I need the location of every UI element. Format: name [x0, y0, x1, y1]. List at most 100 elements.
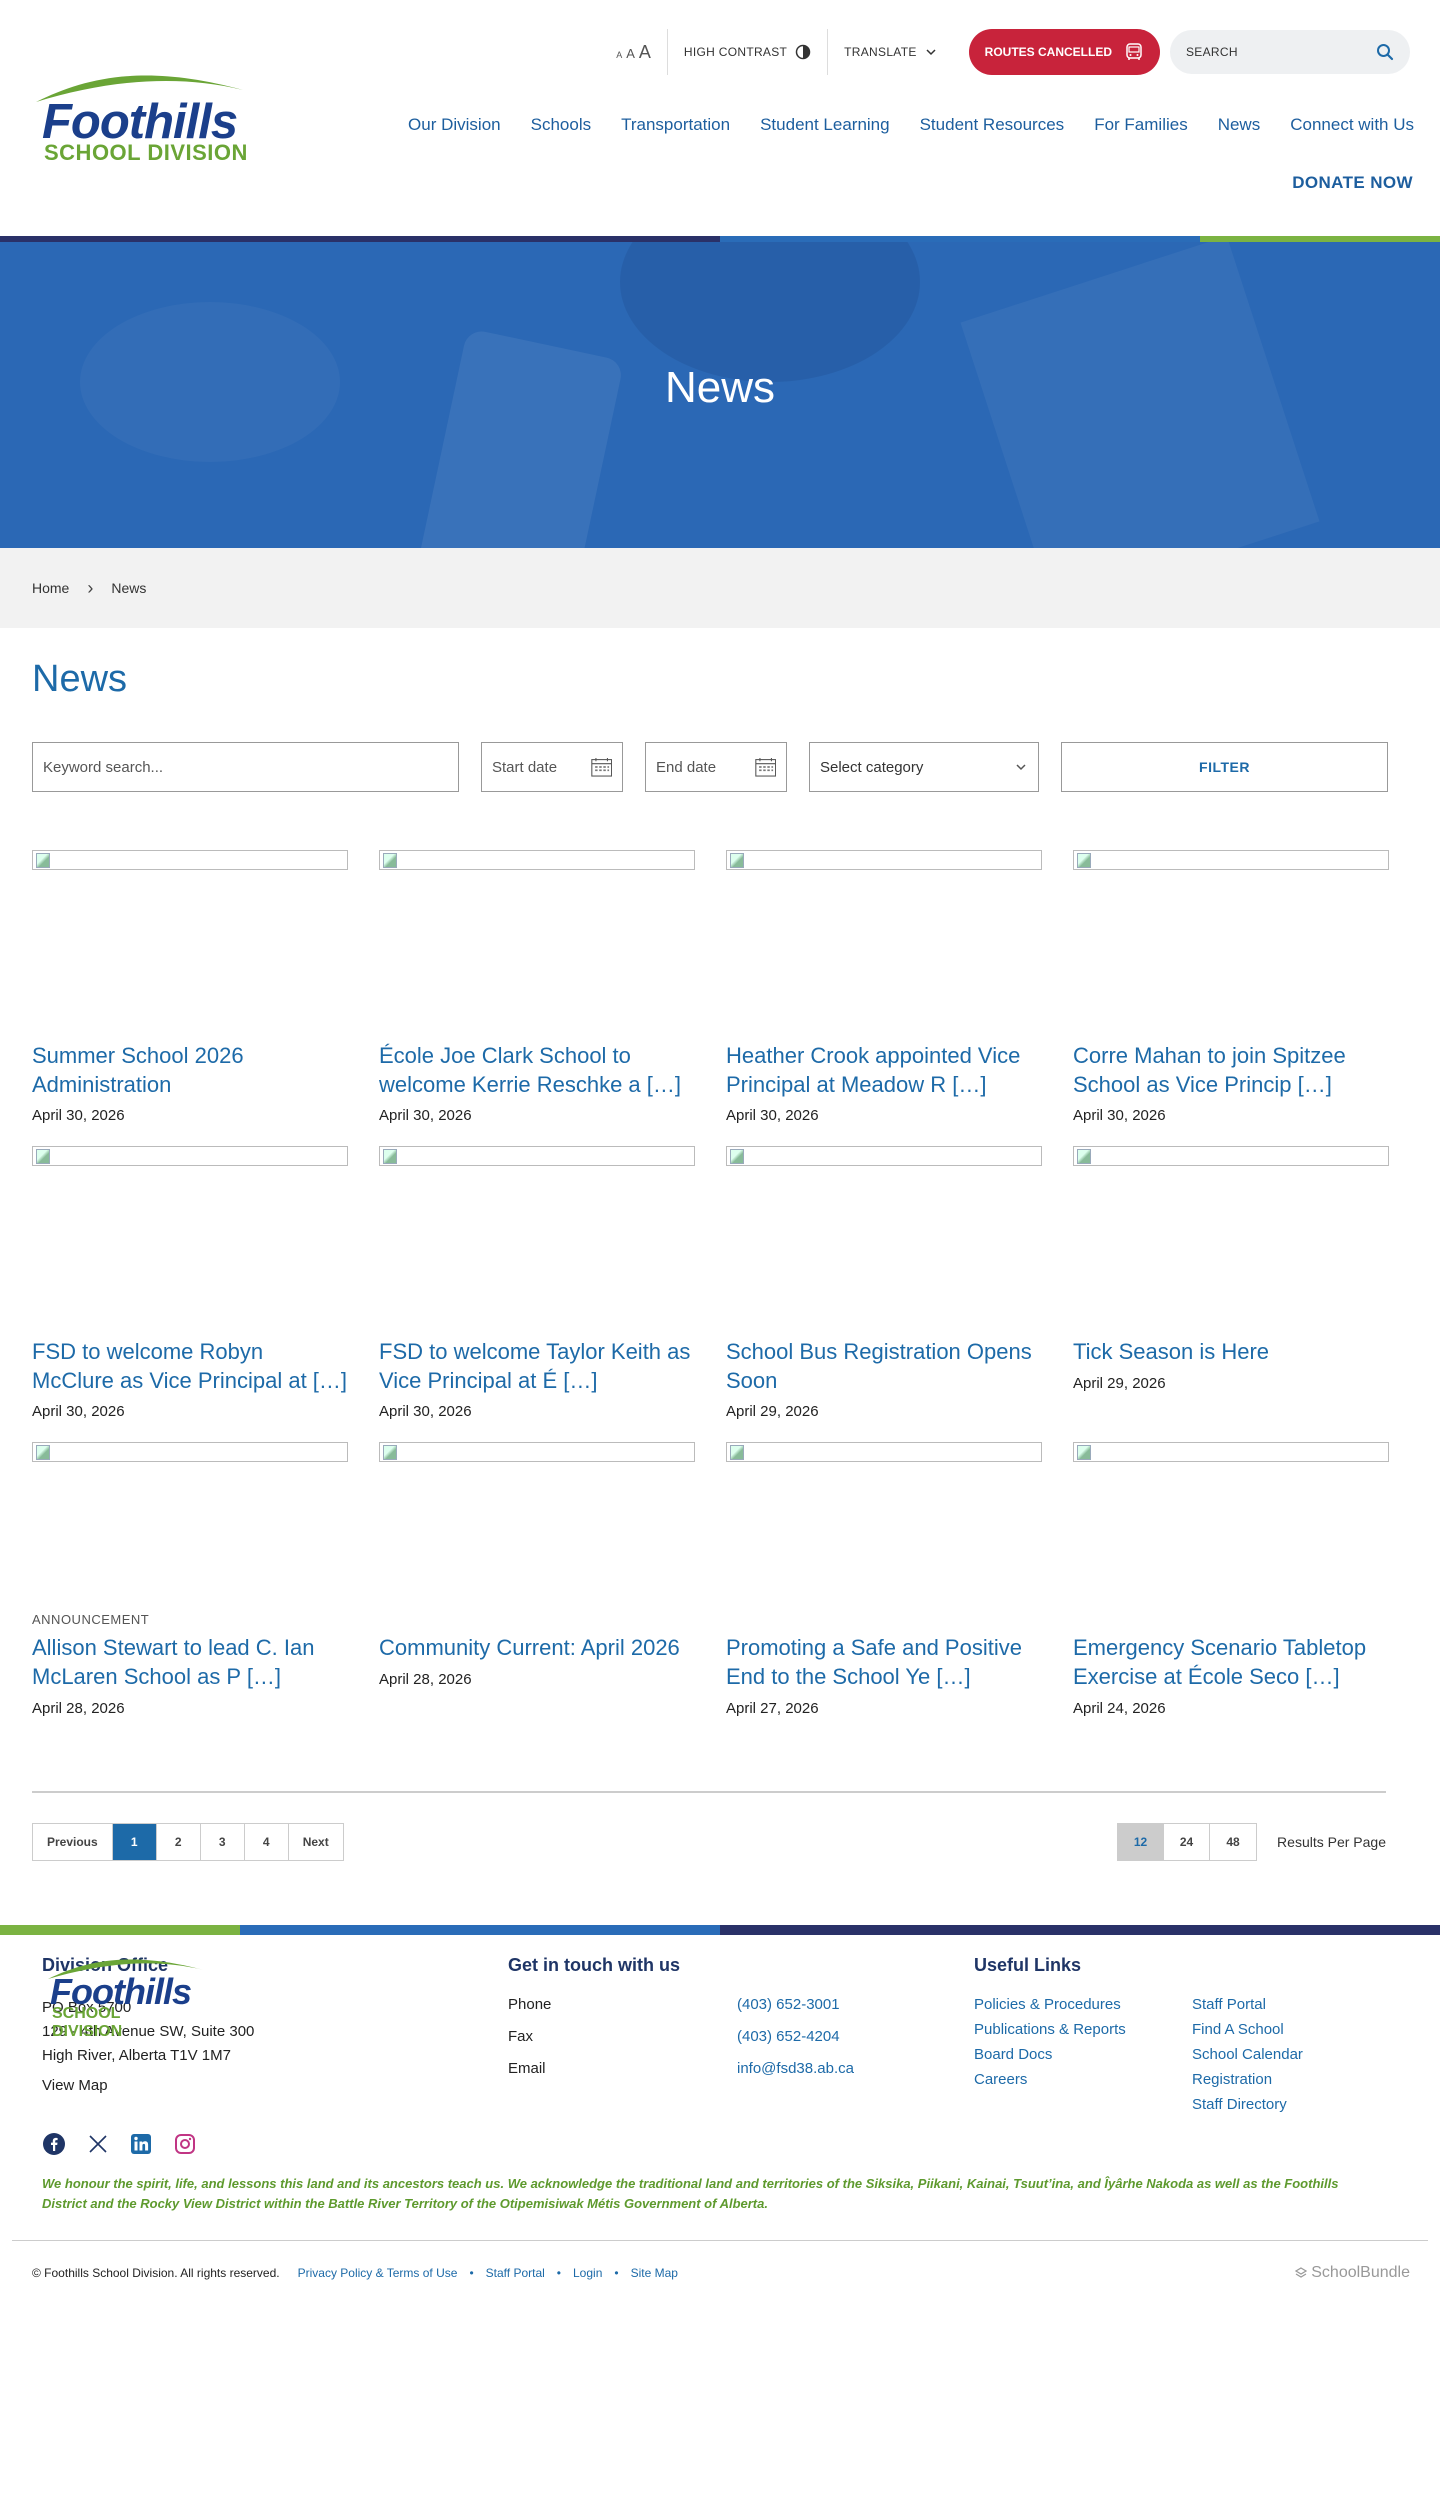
email-link[interactable]: info@fsd38.ab.ca [737, 2060, 854, 2092]
news-card-title[interactable]: Promoting a Safe and Positive End to the… [726, 1635, 1022, 1689]
nav-student-learning[interactable]: Student Learning [760, 115, 890, 135]
link-publications-reports[interactable]: Publications & Reports [974, 2021, 1192, 2038]
nav-news[interactable]: News [1218, 115, 1261, 135]
news-card[interactable]: Corre Mahan to join Spitzee School as Vi… [1073, 850, 1389, 1124]
news-card[interactable]: School Bus Registration Opens Soon April … [726, 1146, 1042, 1420]
news-card-title[interactable]: École Joe Clark School to welcome Kerrie… [379, 1043, 681, 1097]
translate-label: TRANSLATE [844, 45, 917, 59]
text-size-large[interactable]: A [639, 42, 651, 63]
news-card[interactable]: École Joe Clark School to welcome Kerrie… [379, 850, 695, 1124]
per-page-24[interactable]: 24 [1164, 1823, 1211, 1860]
news-card[interactable]: FSD to welcome Taylor Keith as Vice Prin… [379, 1146, 695, 1420]
linkedin-icon[interactable] [130, 2133, 152, 2155]
news-card[interactable]: FSD to welcome Robyn McClure as Vice Pri… [32, 1146, 348, 1420]
translate-dropdown[interactable]: TRANSLATE [828, 45, 953, 59]
news-card-image[interactable] [379, 1442, 695, 1463]
link-board-docs[interactable]: Board Docs [974, 2046, 1192, 2063]
search-input[interactable] [1186, 45, 1356, 59]
nav-connect-with-us[interactable]: Connect with Us [1290, 115, 1414, 135]
footer-staff-portal-link[interactable]: Staff Portal [486, 2266, 545, 2280]
news-card-title[interactable]: Tick Season is Here [1073, 1339, 1269, 1364]
news-card-title[interactable]: Heather Crook appointed Vice Principal a… [726, 1043, 1020, 1097]
image-spacer [1073, 1462, 1389, 1634]
news-card-image[interactable] [32, 850, 348, 870]
news-card-title[interactable]: Summer School 2026 Administration [32, 1043, 244, 1097]
nav-transportation[interactable]: Transportation [621, 115, 730, 135]
news-card[interactable]: Heather Crook appointed Vice Principal a… [726, 850, 1042, 1124]
view-map-link[interactable]: View Map [42, 2077, 108, 2094]
nav-student-resources[interactable]: Student Resources [920, 115, 1065, 135]
donate-now-link[interactable]: DONATE NOW [1292, 173, 1413, 193]
news-card-image[interactable] [1073, 1146, 1389, 1167]
page-button-1[interactable]: 1 [112, 1823, 157, 1860]
link-staff-portal[interactable]: Staff Portal [1192, 1996, 1392, 2013]
keyword-search-input[interactable] [43, 758, 448, 776]
previous-page-button[interactable]: Previous [33, 1823, 113, 1860]
fax-link[interactable]: (403) 652-4204 [737, 2028, 840, 2060]
news-card-image[interactable] [379, 1146, 695, 1167]
site-logo[interactable]: Foothills SCHOOL DIVISION [28, 70, 268, 166]
news-card[interactable]: Community Current: April 2026 April 28, 2… [379, 1442, 695, 1716]
per-page-48[interactable]: 48 [1210, 1824, 1256, 1860]
news-card-image[interactable] [379, 850, 695, 870]
text-size-medium[interactable]: A [626, 46, 635, 61]
news-card-image[interactable] [1073, 850, 1389, 870]
x-twitter-icon[interactable] [88, 2134, 108, 2154]
news-card-image[interactable] [32, 1146, 348, 1167]
nav-our-division[interactable]: Our Division [408, 115, 501, 135]
news-card[interactable]: Emergency Scenario Tabletop Exercise at … [1073, 1442, 1389, 1717]
news-card-title[interactable]: FSD to welcome Taylor Keith as Vice Prin… [379, 1339, 690, 1393]
link-school-calendar[interactable]: School Calendar [1192, 2046, 1392, 2063]
link-registration[interactable]: Registration [1192, 2071, 1392, 2088]
instagram-icon[interactable] [174, 2133, 196, 2155]
news-card-image[interactable] [726, 850, 1042, 870]
news-card[interactable]: ANNOUNCEMENT Allison Stewart to lead C. I… [32, 1442, 348, 1717]
image-spacer [379, 1166, 695, 1338]
news-card-image[interactable] [726, 1146, 1042, 1167]
nav-for-families[interactable]: For Families [1094, 115, 1188, 135]
news-card-title[interactable]: Community Current: April 2026 [379, 1635, 680, 1660]
filter-button[interactable]: FILTER [1061, 742, 1388, 792]
next-page-button[interactable]: Next [289, 1824, 343, 1860]
login-link[interactable]: Login [573, 2266, 602, 2280]
news-card[interactable]: Tick Season is Here April 29, 2026 [1073, 1146, 1389, 1420]
privacy-policy-link[interactable]: Privacy Policy & Terms of Use [298, 2266, 458, 2280]
search-icon[interactable] [1376, 43, 1394, 61]
high-contrast-toggle[interactable]: HIGH CONTRAST [668, 44, 827, 60]
start-date-input[interactable] [492, 758, 591, 776]
news-card[interactable]: Summer School 2026 Administration April 3… [32, 850, 348, 1124]
news-card-image[interactable] [1073, 1442, 1389, 1463]
news-card-title[interactable]: School Bus Registration Opens Soon [726, 1339, 1032, 1393]
link-staff-directory[interactable]: Staff Directory [1192, 2096, 1392, 2113]
site-header: Foothills SCHOOL DIVISION A A A HIGH CON… [0, 0, 1440, 236]
routes-cancelled-button[interactable]: ROUTES CANCELLED [968, 29, 1160, 75]
page-button-4[interactable]: 4 [245, 1823, 289, 1860]
news-card-title[interactable]: Emergency Scenario Tabletop Exercise at … [1073, 1635, 1366, 1689]
category-select[interactable]: Select category [809, 742, 1039, 792]
page-button-2[interactable]: 2 [157, 1823, 201, 1860]
useful-links-heading: Useful Links [974, 1954, 1082, 1975]
breadcrumb-home[interactable]: Home [32, 580, 69, 596]
divider [32, 1790, 1386, 1793]
news-card-title[interactable]: Allison Stewart to lead C. Ian McLaren S… [32, 1635, 314, 1689]
news-card-date: April 30, 2026 [32, 1107, 125, 1125]
link-policies-procedures[interactable]: Policies & Procedures [974, 1996, 1192, 2013]
link-find-a-school[interactable]: Find A School [1192, 2021, 1392, 2038]
phone-link[interactable]: (403) 652-3001 [737, 1996, 840, 2028]
calendar-icon[interactable] [754, 755, 776, 779]
news-card-image[interactable] [726, 1442, 1042, 1463]
calendar-icon[interactable] [590, 755, 612, 779]
site-map-link[interactable]: Site Map [631, 2266, 678, 2280]
news-card-image[interactable] [32, 1442, 348, 1463]
news-card[interactable]: Promoting a Safe and Positive End to the… [726, 1442, 1042, 1717]
schoolbundle-credit[interactable]: SchoolBundle [1295, 2264, 1410, 2282]
per-page-12[interactable]: 12 [1118, 1823, 1165, 1860]
link-careers[interactable]: Careers [974, 2071, 1192, 2088]
facebook-icon[interactable] [42, 2132, 66, 2156]
news-card-title[interactable]: Corre Mahan to join Spitzee School as Vi… [1073, 1043, 1346, 1097]
page-button-3[interactable]: 3 [201, 1823, 245, 1860]
end-date-input[interactable] [656, 758, 755, 776]
text-size-small[interactable]: A [616, 50, 622, 60]
news-card-title[interactable]: FSD to welcome Robyn McClure as Vice Pri… [32, 1339, 347, 1393]
nav-schools[interactable]: Schools [531, 115, 591, 135]
